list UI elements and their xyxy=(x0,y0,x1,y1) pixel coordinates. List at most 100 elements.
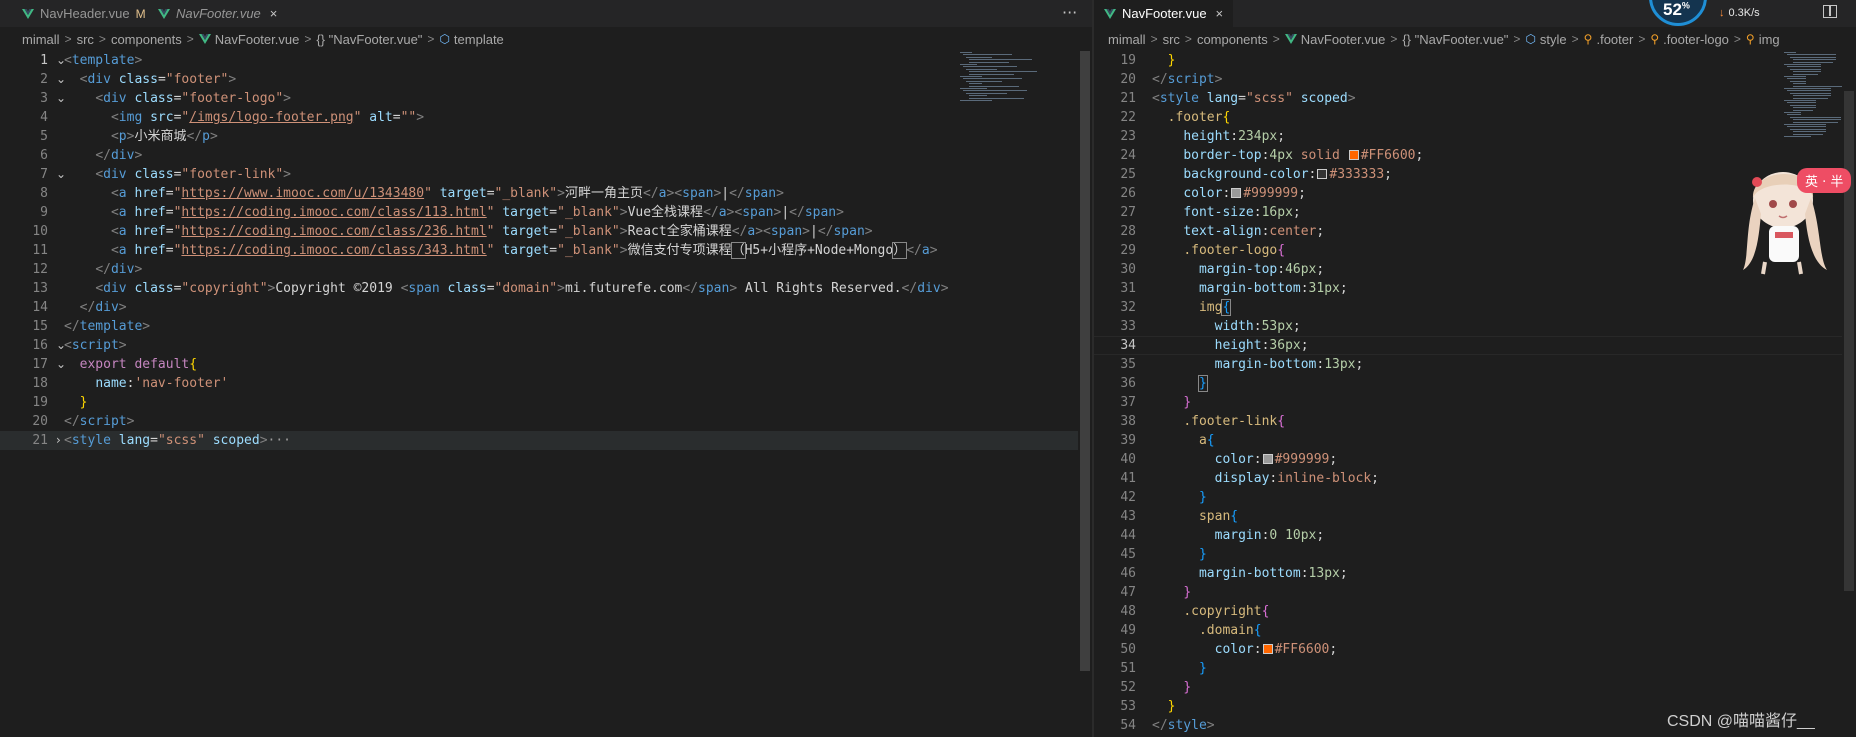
code-line[interactable]: 26 color: #999999; xyxy=(1094,184,1842,203)
breadcrumb-file[interactable]: NavFooter.vue xyxy=(198,32,299,47)
code-line[interactable]: 8 <a href="https://www.imooc.com/u/13434… xyxy=(0,184,1078,203)
breadcrumb-item[interactable]: components xyxy=(111,32,182,47)
code-line[interactable]: 36 } xyxy=(1094,374,1842,393)
vue-icon xyxy=(1104,8,1116,19)
code-line[interactable]: 23 height:234px; xyxy=(1094,127,1842,146)
code-line[interactable]: 21 › <style lang="scss" scoped>··· xyxy=(0,431,1078,450)
scrollbar[interactable] xyxy=(1842,51,1856,737)
code-line[interactable]: 38 .footer-link{ xyxy=(1094,412,1842,431)
code-line[interactable]: 27 font-size:16px; xyxy=(1094,203,1842,222)
code-line[interactable]: 3 ⌄ <div class="footer-logo"> xyxy=(0,89,1078,108)
breadcrumb-item[interactable]: {} "NavFooter.vue" xyxy=(316,32,422,47)
code-line[interactable]: 6 </div> xyxy=(0,146,1078,165)
code-text: .footer{ xyxy=(1167,110,1231,125)
code-line[interactable]: 1 ⌄ <template> xyxy=(0,51,1078,70)
code-text: text-align:center; xyxy=(1183,224,1325,239)
split-editor-icon[interactable] xyxy=(1823,5,1837,18)
code-line[interactable]: 15 </template> xyxy=(0,317,1078,336)
code-line[interactable]: 19 } xyxy=(0,393,1078,412)
minimap-line xyxy=(960,64,977,65)
minimap-line xyxy=(1793,85,1843,87)
code-line[interactable]: 32 img{ xyxy=(1094,298,1842,317)
code-line[interactable]: 12 </div> xyxy=(0,260,1078,279)
breadcrumb-item[interactable]: components xyxy=(1197,32,1268,47)
code-line[interactable]: 16 ⌄ <script> xyxy=(0,336,1078,355)
tab-navfooter-left[interactable]: NavFooter.vue × xyxy=(148,0,287,27)
breadcrumb-symbol[interactable]: ⚲ img xyxy=(1746,32,1780,47)
code-line[interactable]: 7 ⌄ <div class="footer-link"> xyxy=(0,165,1078,184)
code-line[interactable]: 35 margin-bottom:13px; xyxy=(1094,355,1842,374)
code-line[interactable]: 17 ⌄ export default{ xyxy=(0,355,1078,374)
breadcrumb-symbol[interactable]: ⬡ template xyxy=(439,32,503,47)
vue-icon xyxy=(1284,34,1297,44)
code-line[interactable]: 34 height:36px; xyxy=(1094,336,1842,355)
code-text: <img src="/imgs/logo-footer.png" alt=""> xyxy=(110,110,425,125)
code-line[interactable]: 41 display:inline-block; xyxy=(1094,469,1842,488)
breadcrumb-item[interactable]: src xyxy=(1163,32,1180,47)
code-line[interactable]: 9 <a href="https://coding.imooc.com/clas… xyxy=(0,203,1078,222)
code-line[interactable]: 45 } xyxy=(1094,545,1842,564)
close-icon[interactable]: × xyxy=(270,6,278,21)
breadcrumb-symbol[interactable]: ⚲ .footer xyxy=(1584,32,1634,47)
minimap[interactable] xyxy=(960,52,1046,112)
code-line[interactable]: 40 color: #999999; xyxy=(1094,450,1842,469)
code-line[interactable]: 14 </div> xyxy=(0,298,1078,317)
code-text: <div class="copyright">Copyright ©2019 <… xyxy=(95,281,949,296)
code-line[interactable]: 19 } xyxy=(1094,51,1842,70)
scrollbar-thumb[interactable] xyxy=(1080,51,1090,671)
code-line[interactable]: 11 <a href="https://coding.imooc.com/cla… xyxy=(0,241,1078,260)
cube-icon: ⬡ xyxy=(439,32,450,46)
breadcrumb-item[interactable]: mimall xyxy=(22,32,60,47)
code-line[interactable]: 46 margin-bottom:13px; xyxy=(1094,564,1842,583)
code-line[interactable]: 20 </script> xyxy=(1094,70,1842,89)
code-text: </script> xyxy=(1152,72,1223,87)
code-line[interactable]: 43 span{ xyxy=(1094,507,1842,526)
code-line[interactable]: 42 } xyxy=(1094,488,1842,507)
code-line[interactable]: 25 background-color: #333333; xyxy=(1094,165,1842,184)
code-line[interactable]: 13 <div class="copyright">Copyright ©201… xyxy=(0,279,1078,298)
ime-status-bubble[interactable]: 英 · 半 xyxy=(1797,168,1852,193)
code-line[interactable]: 47 } xyxy=(1094,583,1842,602)
code-text: a{ xyxy=(1198,433,1215,448)
close-icon[interactable]: × xyxy=(1216,6,1224,21)
code-line[interactable]: 21 <style lang="scss" scoped> xyxy=(1094,89,1842,108)
code-line[interactable]: 10 <a href="https://coding.imooc.com/cla… xyxy=(0,222,1078,241)
tab-navfooter-right[interactable]: NavFooter.vue × xyxy=(1094,0,1234,27)
code-line[interactable]: 49 .domain{ xyxy=(1094,621,1842,640)
breadcrumb-item[interactable]: src xyxy=(77,32,94,47)
code-line[interactable]: 30 margin-top:46px; xyxy=(1094,260,1842,279)
more-icon[interactable]: ··· xyxy=(1062,3,1077,22)
code-line[interactable]: 39 a{ xyxy=(1094,431,1842,450)
breadcrumb-symbol[interactable]: ⬡ style xyxy=(1525,32,1566,47)
scrollbar-thumb[interactable] xyxy=(1844,91,1854,591)
code-line[interactable]: 50 color: #FF6600; xyxy=(1094,640,1842,659)
code-line[interactable]: 51 } xyxy=(1094,659,1842,678)
code-line[interactable]: 29 .footer-logo{ xyxy=(1094,241,1842,260)
breadcrumb-file[interactable]: NavFooter.vue xyxy=(1284,32,1385,47)
code-line[interactable]: 22 .footer{ xyxy=(1094,108,1842,127)
code-line[interactable]: 28 text-align:center; xyxy=(1094,222,1842,241)
code-editor-left[interactable]: 1 ⌄ <template> 2 ⌄ <div class="footer"> 3 ⌄ <d… xyxy=(0,51,1092,737)
code-line[interactable]: 44 margin:0 10px; xyxy=(1094,526,1842,545)
line-number: 7 xyxy=(40,167,48,182)
breadcrumb-item[interactable]: mimall xyxy=(1108,32,1146,47)
code-line[interactable]: 18 name:'nav-footer' xyxy=(0,374,1078,393)
code-line[interactable]: 31 margin-bottom:31px; xyxy=(1094,279,1842,298)
code-line[interactable]: 33 width:53px; xyxy=(1094,317,1842,336)
scrollbar[interactable] xyxy=(1078,51,1092,737)
code-line[interactable]: 5 <p>小米商城</p> xyxy=(0,127,1078,146)
breadcrumb-label: style xyxy=(1539,31,1567,47)
breadcrumb-symbol[interactable]: ⚲ .footer-logo xyxy=(1650,32,1729,47)
tab-navheader[interactable]: NavHeader.vue M xyxy=(12,0,156,27)
code-line[interactable]: 52 } xyxy=(1094,678,1842,697)
minimap-line xyxy=(1784,112,1801,113)
code-line[interactable]: 2 ⌄ <div class="footer"> xyxy=(0,70,1078,89)
code-line[interactable]: 48 .copyright{ xyxy=(1094,602,1842,621)
code-line[interactable]: 37 } xyxy=(1094,393,1842,412)
code-line[interactable]: 24 border-top:4px solid #FF6600; xyxy=(1094,146,1842,165)
minimap-line xyxy=(969,61,1009,63)
code-editor-right[interactable]: 19 } 20 </script> 21 <style lang="scss" scop… xyxy=(1094,51,1856,737)
breadcrumb-item[interactable]: {} "NavFooter.vue" xyxy=(1402,32,1508,47)
code-line[interactable]: 4 <img src="/imgs/logo-footer.png" alt="… xyxy=(0,108,1078,127)
code-line[interactable]: 20 </script> xyxy=(0,412,1078,431)
